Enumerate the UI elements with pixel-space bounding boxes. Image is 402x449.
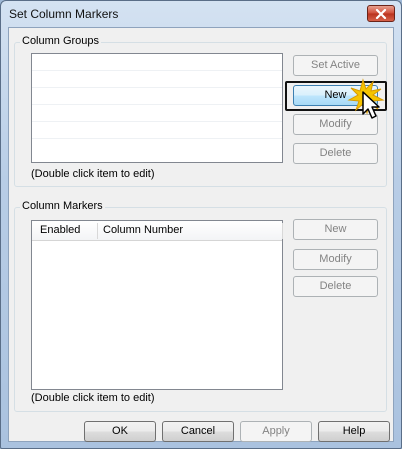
dialog-client-area: Column Groups (Double click item to edit… <box>8 27 394 442</box>
column-markers-label: Column Markers <box>20 200 105 212</box>
markers-modify-button[interactable]: Modify <box>293 249 378 270</box>
window-title: Set Column Markers <box>9 7 119 21</box>
groups-delete-button[interactable]: Delete <box>293 143 378 164</box>
column-header-enabled[interactable]: Enabled <box>34 221 80 240</box>
column-markers-list[interactable]: Enabled Column Number <box>31 220 283 390</box>
column-markers-hint: (Double click item to edit) <box>31 392 155 404</box>
dialog-window: Set Column Markers Column Groups (Double… <box>0 0 402 449</box>
column-groups-hint: (Double click item to edit) <box>31 168 155 180</box>
column-groups-label: Column Groups <box>20 35 102 47</box>
mouse-pointer-icon <box>362 91 380 119</box>
cursor-overlay <box>345 76 389 126</box>
column-groups-list[interactable] <box>31 53 283 163</box>
column-header-column-number[interactable]: Column Number <box>97 221 183 240</box>
markers-new-button[interactable]: New <box>293 219 378 240</box>
help-button[interactable]: Help <box>318 421 390 442</box>
apply-button[interactable]: Apply <box>240 421 312 442</box>
column-markers-header: Enabled Column Number <box>32 221 283 241</box>
close-button[interactable] <box>367 5 395 22</box>
close-icon <box>375 8 387 19</box>
ok-button[interactable]: OK <box>84 421 156 442</box>
title-bar: Set Column Markers <box>1 1 401 27</box>
markers-delete-button[interactable]: Delete <box>293 276 378 297</box>
set-active-button[interactable]: Set Active <box>293 55 378 76</box>
cancel-button[interactable]: Cancel <box>162 421 234 442</box>
